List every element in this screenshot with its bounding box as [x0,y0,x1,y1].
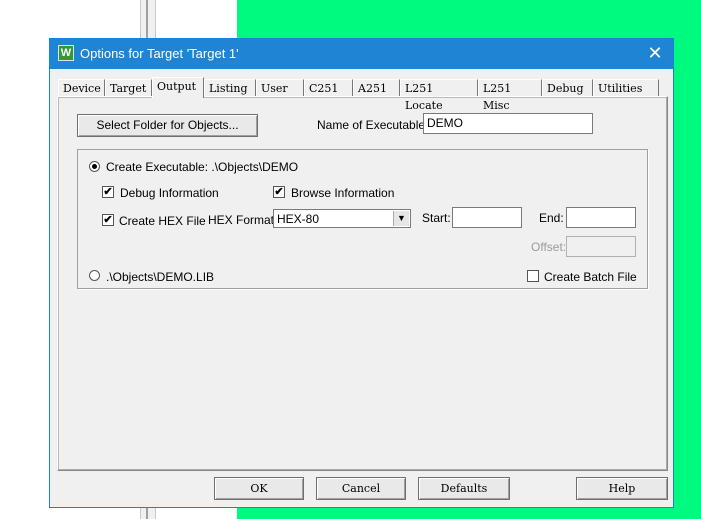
title-bar[interactable]: W Options for Target 'Target 1' ✕ [50,39,673,69]
hex-format-select[interactable]: HEX-80 ▼ [273,209,411,228]
keil-app-icon: W [58,45,74,61]
create-library-radio[interactable] [89,270,100,281]
create-hex-file-label: Create HEX File [119,214,206,228]
tab-l251-misc[interactable]: L251 Misc [478,79,542,112]
create-executable-radio[interactable] [89,161,100,172]
name-of-executable-input[interactable]: DEMO [423,113,593,134]
start-label: Start: [422,211,451,225]
debug-information-checkbox[interactable]: ✔ [102,186,114,198]
defaults-button[interactable]: Defaults [418,477,510,500]
end-label: End: [539,211,564,225]
hex-format-value: HEX-80 [277,212,320,226]
options-dialog: W Options for Target 'Target 1' ✕ Device… [49,38,674,508]
end-address-input[interactable] [566,207,636,228]
create-batch-file-checkbox[interactable] [527,270,539,282]
tab-l251-locate[interactable]: L251 Locate [400,79,478,112]
create-batch-file-label: Create Batch File [544,270,637,284]
create-library-label: .\Objects\DEMO.LIB [106,270,215,284]
ok-button[interactable]: OK [214,477,304,500]
window-title: Options for Target 'Target 1' [80,46,239,61]
tab-target[interactable]: Target [105,79,152,97]
select-folder-button[interactable]: Select Folder for Objects... [77,114,258,137]
name-of-executable-label: Name of Executable: [317,118,429,132]
cancel-button[interactable]: Cancel [316,477,406,500]
browse-information-checkbox[interactable]: ✔ [273,186,285,198]
help-button[interactable]: Help [576,477,668,500]
tab-debug[interactable]: Debug [542,79,593,97]
tab-listing[interactable]: Listing [204,79,256,97]
create-executable-label: Create Executable: .\Objects\DEMO [106,160,299,174]
close-icon[interactable]: ✕ [645,43,665,63]
start-address-input[interactable] [452,207,522,228]
debug-information-label: Debug Information [120,186,219,200]
offset-label: Offset: [531,240,567,254]
tab-device[interactable]: Device [58,79,105,97]
tab-a251[interactable]: A251 [353,79,400,97]
chevron-down-icon[interactable]: ▼ [393,211,409,226]
hex-format-label: HEX Format: [208,213,278,227]
offset-input [566,236,636,257]
browse-information-label: Browse Information [291,186,395,200]
create-hex-file-checkbox[interactable]: ✔ [102,214,114,226]
tab-utilities[interactable]: Utilities [593,79,659,97]
tab-c251[interactable]: C251 [304,79,353,97]
tab-user[interactable]: User [256,79,304,97]
tab-output[interactable]: Output [152,77,204,98]
